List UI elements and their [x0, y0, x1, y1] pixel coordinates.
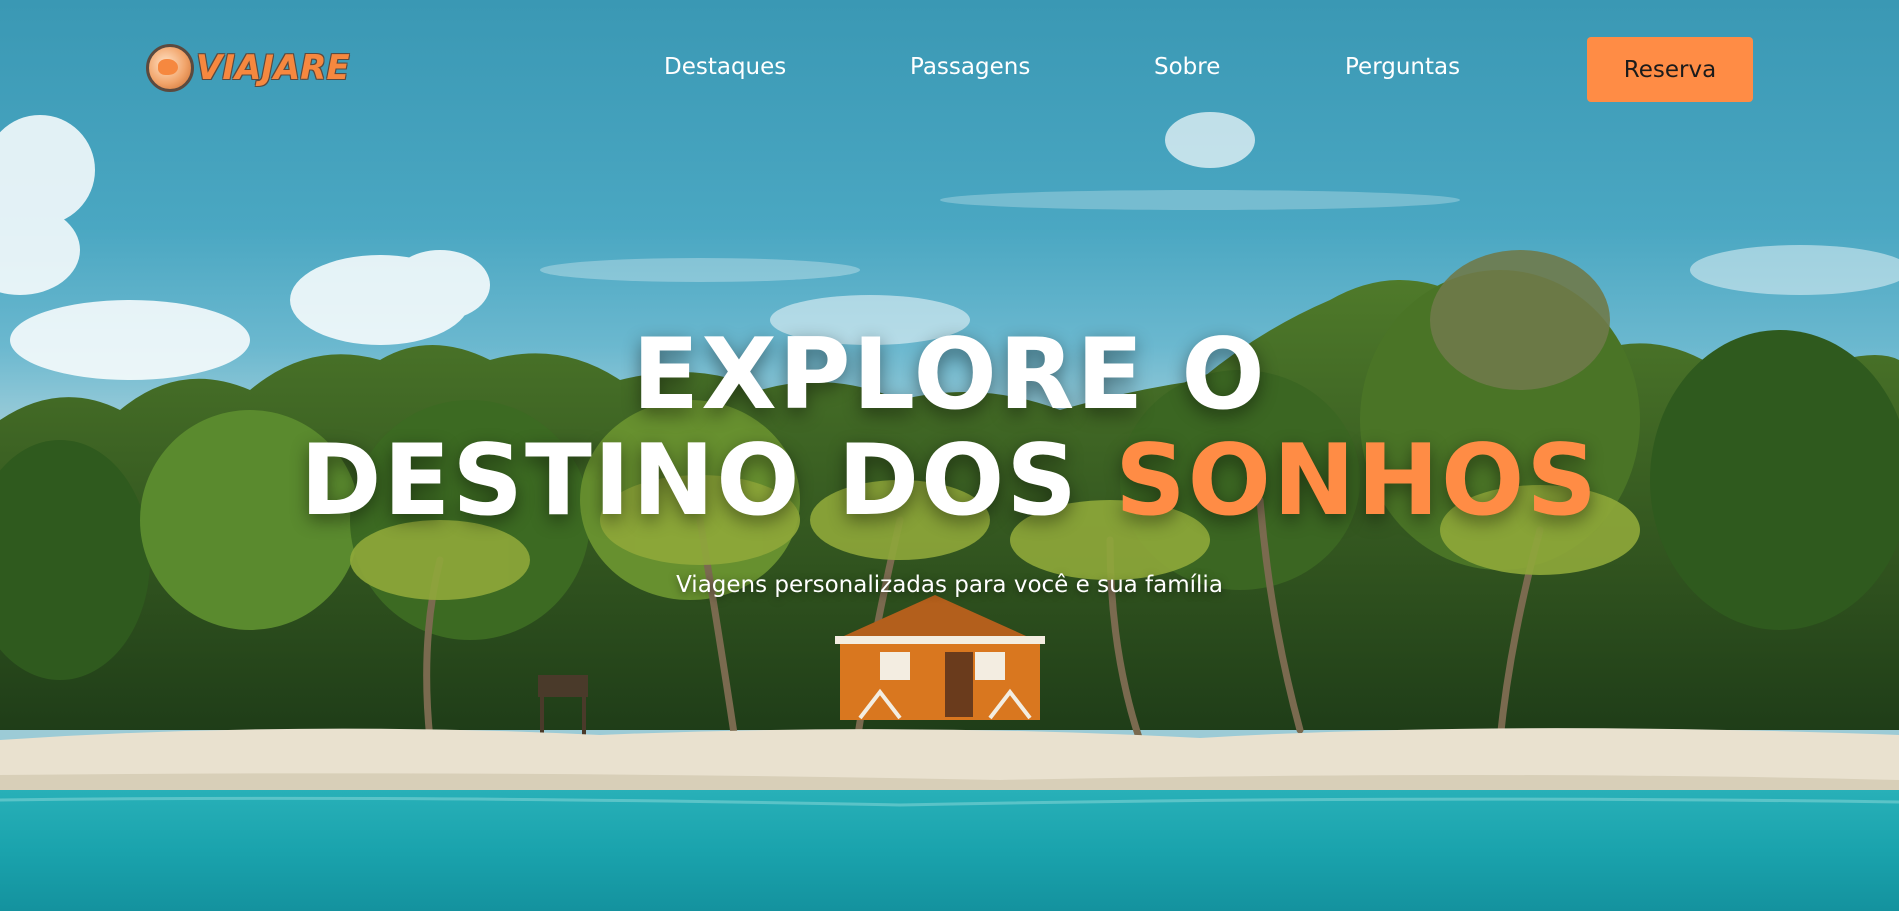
hero-subtitle: Viagens personalizadas para você e sua f…	[676, 572, 1223, 598]
hero-section: VIAJARE Destaques Passagens Sobre Pergun…	[0, 0, 1899, 911]
nav-link-passagens[interactable]: Passagens	[910, 54, 1030, 80]
nav-link-perguntas[interactable]: Perguntas	[1345, 54, 1460, 80]
brand-logo[interactable]: VIAJARE	[146, 42, 350, 94]
brand-name: VIAJARE	[196, 48, 350, 88]
hero-title-accent: SONHOS	[1115, 424, 1599, 538]
nav-link-destaques[interactable]: Destaques	[664, 54, 786, 80]
top-nav: VIAJARE Destaques Passagens Sobre Pergun…	[0, 0, 1899, 140]
hero-title-line-1: EXPLORE O	[632, 318, 1267, 432]
globe-logo-icon	[146, 44, 194, 92]
reserva-button[interactable]: Reserva	[1587, 37, 1753, 102]
hero-title-line-2: DESTINO DOS SONHOS	[0, 432, 1899, 530]
hero-title-main: DESTINO DOS	[300, 424, 1079, 538]
nav-link-sobre[interactable]: Sobre	[1154, 54, 1220, 80]
